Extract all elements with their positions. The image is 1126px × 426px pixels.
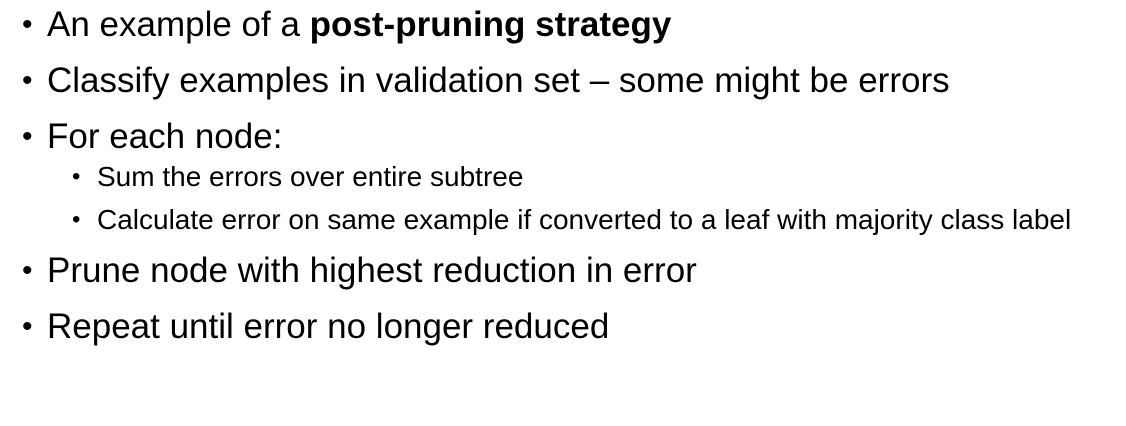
bullet-dot: •	[22, 64, 33, 97]
sub-bullet-dot: •	[72, 163, 81, 190]
bullet-dot: •	[22, 254, 33, 287]
bullet-item: • Repeat until error no longer reduced	[22, 307, 1117, 347]
bullet-text: An example of a	[47, 5, 310, 44]
sub-bullet-text: Sum the errors over entire subtree	[97, 161, 524, 192]
sub-bullet-item: • Sum the errors over entire subtree	[47, 159, 1117, 194]
bullet-text: Prune node with highest reduction in err…	[47, 251, 697, 290]
sub-bullet-dot: •	[72, 206, 81, 233]
bullet-list: • An example of a post-pruning strategy …	[22, 0, 1117, 363]
bullet-item: • Prune node with highest reduction in e…	[22, 251, 1117, 291]
bullet-dot: •	[22, 120, 33, 153]
bullet-dot: •	[22, 8, 33, 41]
bullet-text: Repeat until error no longer reduced	[47, 307, 610, 346]
bullet-bold-text: post-pruning strategy	[309, 5, 672, 44]
sub-bullet-list: • Sum the errors over entire subtree • C…	[47, 159, 1117, 237]
sub-bullet-item: • Calculate error on same example if con…	[47, 202, 1117, 237]
bullet-dot: •	[22, 310, 33, 343]
bullet-text: Classify examples in validation set – so…	[47, 61, 950, 100]
slide: • An example of a post-pruning strategy …	[0, 0, 1126, 426]
bullet-item: • For each node: • Sum the errors over e…	[22, 117, 1117, 237]
bullet-item: • An example of a post-pruning strategy	[22, 5, 1117, 45]
bullet-text: For each node:	[47, 117, 283, 156]
bullet-item: • Classify examples in validation set – …	[22, 61, 1117, 101]
sub-bullet-text: Calculate error on same example if conve…	[97, 204, 1072, 235]
